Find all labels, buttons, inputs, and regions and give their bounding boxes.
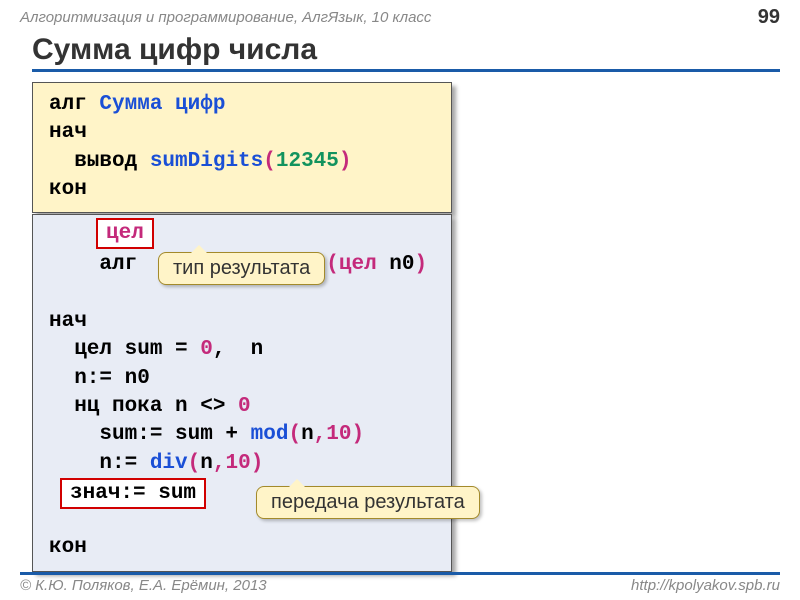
code-line: алг Сумма цифр — [49, 91, 435, 119]
code-line: sum:= sum + mod(n,10) — [49, 421, 435, 449]
callout-return-type: тип результата — [158, 252, 325, 285]
code-line: n:= div(n,10) — [49, 450, 435, 478]
code-line: нач — [49, 308, 435, 336]
code-line: кон — [49, 534, 435, 562]
slide-header: Алгоритмизация и программирование, АлгЯз… — [0, 0, 800, 29]
copyright-label: © К.Ю. Поляков, Е.А. Ерёмин, 2013 — [20, 577, 267, 594]
code-line: цел sum = 0, n — [49, 336, 435, 364]
subject-label: Алгоритмизация и программирование, АлгЯз… — [20, 9, 431, 26]
code-line: вывод sumDigits(12345) — [49, 148, 435, 176]
page-number: 99 — [758, 6, 780, 29]
source-url: http://kpolyakov.spb.ru — [631, 577, 780, 594]
slide-title: Сумма цифр числа — [32, 33, 780, 72]
highlight-return-type: цел — [96, 218, 154, 249]
code-line: n:= n0 — [49, 365, 435, 393]
code-block-main: алг Сумма цифр нач вывод sumDigits(12345… — [32, 82, 452, 213]
code-line: нач — [49, 119, 435, 147]
code-line: нц пока n <> 0 — [49, 393, 435, 421]
highlight-return-value: знач:= sum — [60, 478, 206, 509]
slide-footer: © К.Ю. Поляков, Е.А. Ерёмин, 2013 http:/… — [20, 572, 780, 594]
callout-return-value: передача результата — [256, 486, 480, 519]
code-line: кон — [49, 176, 435, 204]
